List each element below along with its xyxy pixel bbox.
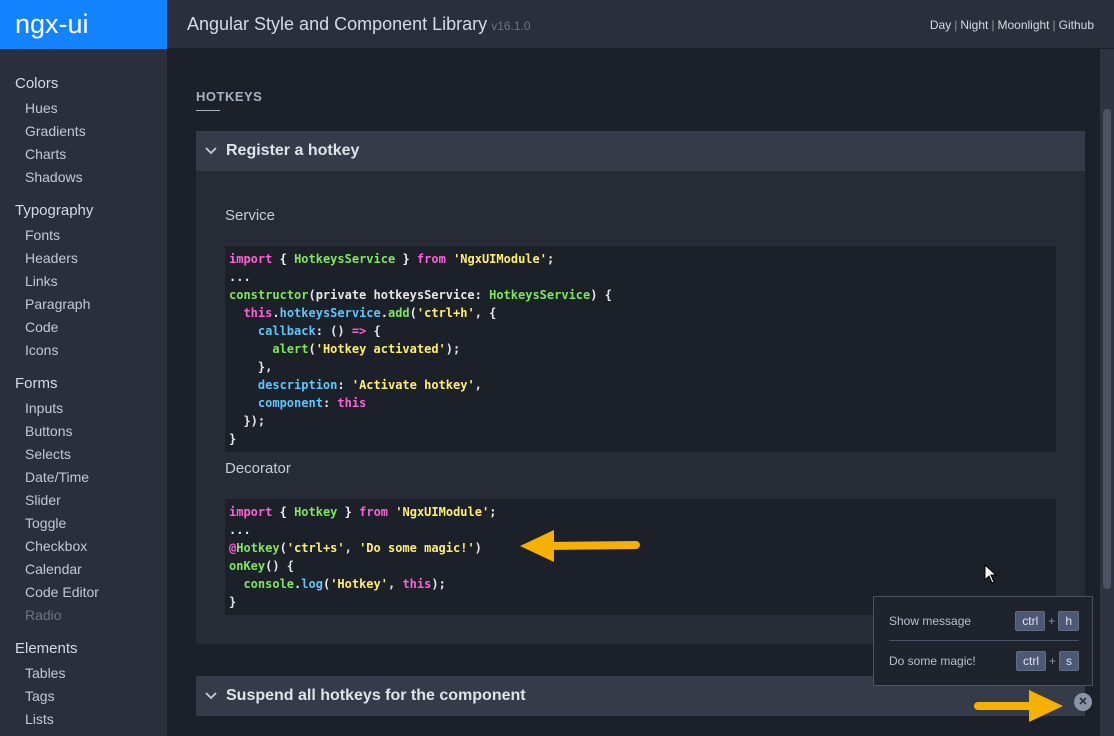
hotkey-key: ctrl <box>1015 611 1046 631</box>
app-title: Angular Style and Component Library v16.1… <box>187 14 531 35</box>
sidebar: ngx-ui Colors Hues Gradients Charts Shad… <box>0 0 167 736</box>
sidebar-item-slider[interactable]: Slider <box>0 489 167 512</box>
sidebar-item-shadows[interactable]: Shadows <box>0 166 167 189</box>
sidebar-item-inputs[interactable]: Inputs <box>0 397 167 420</box>
sidebar-item-tags[interactable]: Tags <box>0 685 167 708</box>
service-label: Service <box>225 207 276 224</box>
sidebar-nav: Colors Hues Gradients Charts Shadows Typ… <box>0 49 167 731</box>
sidebar-item-toggle[interactable]: Toggle <box>0 512 167 535</box>
section-body-register: Service import { HotkeysService } from '… <box>196 171 1085 644</box>
decorator-label: Decorator <box>225 460 291 477</box>
theme-links: Day | Night | Moonlight | Github <box>930 18 1094 32</box>
hotkeys-panel: Show message ctrl + h Do some magic! ctrl +… <box>873 596 1093 686</box>
hotkey-row: Do some magic! ctrl + s <box>889 641 1079 681</box>
sidebar-item-lists[interactable]: Lists <box>0 708 167 731</box>
sidebar-item-calendar[interactable]: Calendar <box>0 558 167 581</box>
chevron-down-icon <box>196 147 226 155</box>
app-version: v16.1.0 <box>491 19 531 33</box>
hotkey-description: Do some magic! <box>889 654 976 668</box>
sidebar-item-checkbox[interactable]: Checkbox <box>0 535 167 558</box>
theme-link-moonlight[interactable]: Moonlight <box>997 18 1049 32</box>
theme-link-day[interactable]: Day <box>930 18 951 32</box>
hotkey-row: Show message ctrl + h <box>889 601 1079 641</box>
nav-heading-colors[interactable]: Colors <box>0 74 167 94</box>
sidebar-item-code-editor[interactable]: Code Editor <box>0 581 167 604</box>
sidebar-item-charts[interactable]: Charts <box>0 143 167 166</box>
hotkey-key: ctrl <box>1015 651 1046 671</box>
separator: | <box>1052 18 1056 32</box>
sidebar-item-headers[interactable]: Headers <box>0 247 167 270</box>
nav-heading-elements[interactable]: Elements <box>0 639 167 659</box>
brand-logo[interactable]: ngx-ui <box>0 0 167 49</box>
sidebar-item-radio[interactable]: Radio <box>0 604 167 627</box>
nav-group-typography: Typography Fonts Headers Links Paragraph… <box>0 201 167 362</box>
top-bar: Angular Style and Component Library v16.1… <box>167 0 1114 49</box>
sidebar-item-tables[interactable]: Tables <box>0 662 167 685</box>
close-icon <box>1078 693 1088 711</box>
sidebar-item-code[interactable]: Code <box>0 316 167 339</box>
hotkey-key: s <box>1059 651 1079 671</box>
hotkey-key: h <box>1058 611 1079 631</box>
section-header-register[interactable]: Register a hotkey <box>196 131 1085 171</box>
sidebar-item-icons[interactable]: Icons <box>0 339 167 362</box>
nav-heading-forms[interactable]: Forms <box>0 374 167 394</box>
sidebar-item-datetime[interactable]: Date/Time <box>0 466 167 489</box>
separator: | <box>991 18 995 32</box>
app-title-text: Angular Style and Component Library <box>187 14 488 34</box>
close-hotkeys-button[interactable] <box>1074 693 1092 711</box>
sidebar-item-paragraph[interactable]: Paragraph <box>0 293 167 316</box>
chevron-down-icon <box>196 692 226 700</box>
separator: | <box>954 18 958 32</box>
nav-group-forms: Forms Inputs Buttons Selects Date/Time S… <box>0 374 167 627</box>
nav-group-colors: Colors Hues Gradients Charts Shadows <box>0 74 167 189</box>
sidebar-item-fonts[interactable]: Fonts <box>0 224 167 247</box>
page-title-underline <box>196 110 220 111</box>
scrollbar[interactable] <box>1100 49 1114 736</box>
section-title-register: Register a hotkey <box>226 142 360 159</box>
section-title-suspend: Suspend all hotkeys for the component <box>226 687 526 704</box>
plus-sign: + <box>1048 614 1056 628</box>
nav-heading-typography[interactable]: Typography <box>0 201 167 221</box>
hotkey-description: Show message <box>889 614 972 628</box>
sidebar-item-gradients[interactable]: Gradients <box>0 120 167 143</box>
page-title: HOTKEYS <box>196 89 263 104</box>
nav-group-elements: Elements Tables Tags Lists <box>0 639 167 731</box>
theme-link-github[interactable]: Github <box>1059 18 1094 32</box>
sidebar-item-selects[interactable]: Selects <box>0 443 167 466</box>
scroll-thumb[interactable] <box>1103 109 1111 589</box>
plus-sign: + <box>1048 654 1056 668</box>
sidebar-item-links[interactable]: Links <box>0 270 167 293</box>
service-code-block: import { HotkeysService } from 'NgxUIMod… <box>225 246 1056 452</box>
sidebar-item-hues[interactable]: Hues <box>0 97 167 120</box>
theme-link-night[interactable]: Night <box>960 18 988 32</box>
sidebar-item-buttons[interactable]: Buttons <box>0 420 167 443</box>
